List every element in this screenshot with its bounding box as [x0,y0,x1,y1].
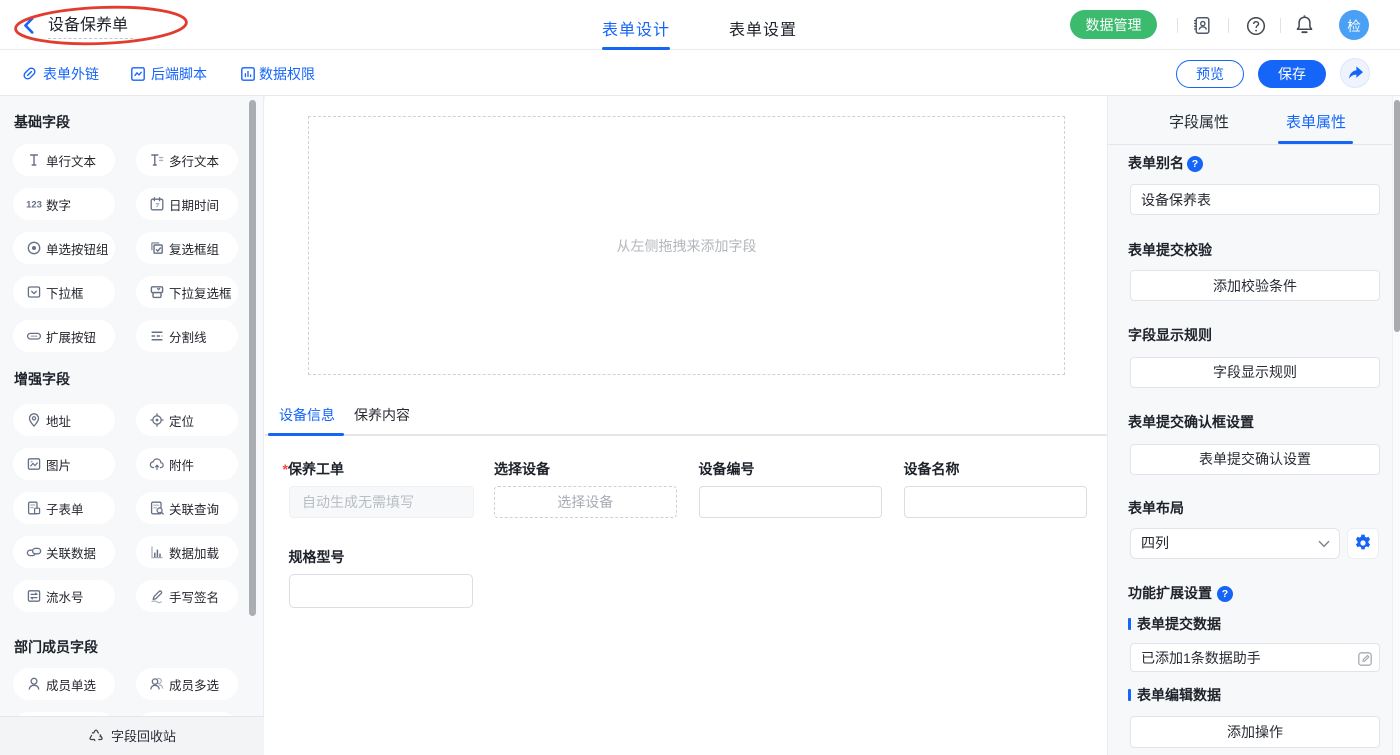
svg-text:123: 123 [26,200,42,211]
